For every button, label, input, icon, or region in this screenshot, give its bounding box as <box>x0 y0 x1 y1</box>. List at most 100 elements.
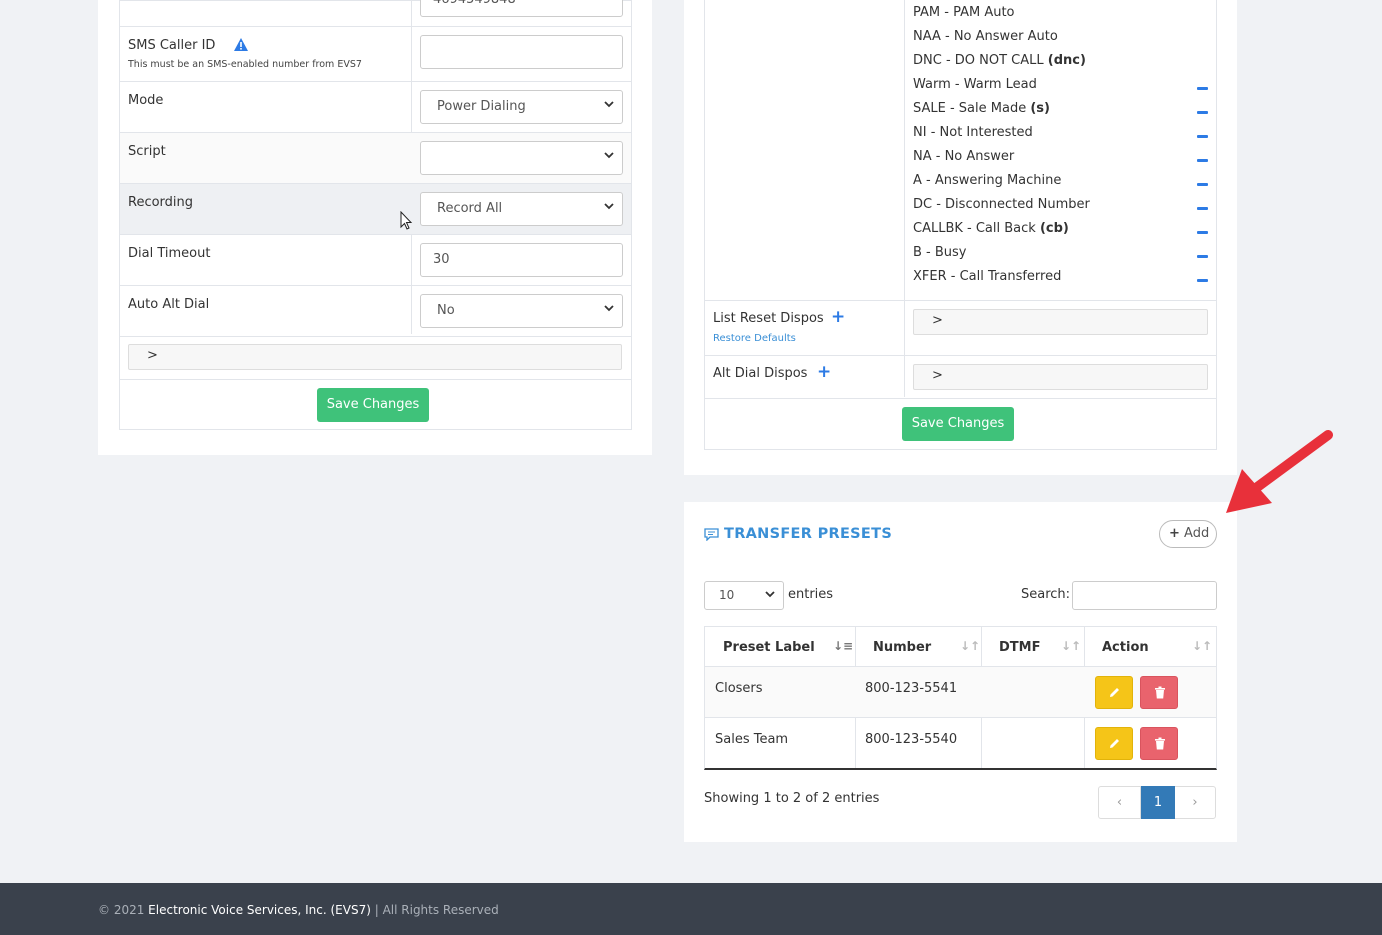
advanced-expander[interactable]: > <box>128 344 622 370</box>
script-label: Script <box>128 144 166 159</box>
delete-button[interactable] <box>1140 676 1178 709</box>
disposition-item: XFER - Call Transferred <box>913 269 1061 284</box>
disposition-item: CALLBK - Call Back (cb) <box>913 221 1069 236</box>
next-page-button[interactable]: › <box>1175 787 1215 818</box>
disposition-item: DC - Disconnected Number <box>913 197 1090 212</box>
sms-caller-id-input[interactable] <box>420 35 623 69</box>
col-action[interactable]: Action ↓↑ <box>1084 627 1218 667</box>
disposition-label: XFER - Call Transferred <box>913 269 1062 284</box>
phone-input[interactable]: 4694549848 <box>420 0 623 17</box>
disposition-tag: (cb) <box>1039 221 1069 236</box>
pencil-icon <box>1110 739 1119 748</box>
remove-disposition-icon[interactable] <box>1197 207 1208 210</box>
preset-number-cell: 800-123-5541 <box>865 681 958 696</box>
pagination: ‹ 1 › <box>1098 786 1216 819</box>
sort-icon: ↓↑ <box>1192 639 1213 653</box>
chevron-down-icon <box>604 101 614 108</box>
remove-disposition-icon[interactable] <box>1197 111 1208 114</box>
sms-caller-id-label: SMS Caller ID <box>128 38 216 53</box>
expander-row: > <box>120 337 631 380</box>
disposition-item: Warm - Warm Lead <box>913 77 1037 92</box>
disposition-label: Warm - Warm Lead <box>913 77 1037 92</box>
disposition-label: CALLBK - Call Back <box>913 221 1040 236</box>
footer: © 2021 Electronic Voice Services, Inc. (… <box>0 883 1382 935</box>
dial-timeout-row: Dial Timeout 30 <box>120 235 631 286</box>
phone-row: 4694549848 <box>120 0 631 27</box>
alt-dial-expander[interactable]: > <box>913 364 1208 390</box>
dispositions-table: PAM - PAM Auto NAA - No Answer Auto DNC - … <box>704 0 1217 450</box>
save-changes-button[interactable]: Save Changes <box>902 407 1014 441</box>
remove-disposition-icon[interactable] <box>1197 255 1208 258</box>
auto-alt-dial-label: Auto Alt Dial <box>128 297 210 312</box>
chevron-down-icon <box>765 591 775 598</box>
table-row: Sales Team 800-123-5540 <box>705 718 1216 769</box>
col-number-text: Number <box>873 640 932 655</box>
footer-copyright: © 2021 <box>98 903 149 917</box>
remove-disposition-icon[interactable] <box>1197 231 1208 234</box>
restore-defaults-link[interactable]: Restore Defaults <box>713 333 796 344</box>
disposition-label: NA - No Answer <box>913 149 1015 164</box>
campaign-settings-card: 4694549848 SMS Caller ID This must be an… <box>98 0 652 455</box>
search-label: Search: <box>1021 587 1071 602</box>
mode-select[interactable]: Power Dialing <box>420 90 623 124</box>
annotation-arrow-icon <box>1226 430 1333 513</box>
remove-disposition-icon[interactable] <box>1197 159 1208 162</box>
prev-page-button[interactable]: ‹ <box>1099 787 1141 818</box>
alt-dial-dispos-label: Alt Dial Dispos <box>713 366 808 381</box>
trash-icon <box>1155 686 1165 699</box>
dispositions-card: PAM - PAM Auto NAA - No Answer Auto DNC - … <box>684 0 1237 475</box>
dial-timeout-input[interactable]: 30 <box>420 243 623 277</box>
chat-icon <box>704 528 719 541</box>
delete-button[interactable] <box>1140 727 1178 760</box>
page-size-select[interactable]: 10 <box>704 581 784 610</box>
chevron-down-icon <box>604 203 614 210</box>
add-list-reset-icon[interactable]: + <box>831 307 845 327</box>
edit-button[interactable] <box>1095 676 1133 709</box>
preset-label-cell: Sales Team <box>715 732 789 747</box>
auto-alt-dial-value: No <box>437 303 455 318</box>
page-1-button[interactable]: 1 <box>1141 786 1175 819</box>
save-changes-button[interactable]: Save Changes <box>317 388 429 422</box>
page-size-value: 10 <box>719 588 735 602</box>
recording-select[interactable]: Record All <box>420 192 623 226</box>
script-row: Script <box>120 133 631 184</box>
search-input[interactable] <box>1072 581 1217 610</box>
disposition-label: DC - Disconnected Number <box>913 197 1090 212</box>
list-reset-expander[interactable]: > <box>913 309 1208 335</box>
add-preset-button[interactable]: + Add <box>1159 520 1217 548</box>
col-dtmf[interactable]: DTMF ↓↑ <box>981 627 1084 667</box>
presets-table: Preset Label ↓≡ Number ↓↑ DTMF ↓↑ Action… <box>704 626 1217 770</box>
preset-label-cell: Closers <box>715 681 763 696</box>
disposition-item: B - Busy <box>913 245 967 260</box>
disposition-label: DNC - DO NOT CALL <box>913 53 1048 68</box>
disposition-tag: (dnc) <box>1047 53 1086 68</box>
edit-button[interactable] <box>1095 727 1133 760</box>
footer-company-link[interactable]: Electronic Voice Services, Inc. (EVS7) <box>148 903 371 917</box>
remove-disposition-icon[interactable] <box>1197 183 1208 186</box>
alt-dial-dispos-row: Alt Dial Dispos + > <box>705 356 1216 399</box>
mode-label: Mode <box>128 93 164 108</box>
col-number[interactable]: Number ↓↑ <box>855 627 981 667</box>
list-reset-dispos-row: List Reset Dispos + Restore Defaults > <box>705 300 1216 356</box>
disposition-label: B - Busy <box>913 245 967 260</box>
remove-disposition-icon[interactable] <box>1197 279 1208 282</box>
recording-row: Recording Record All <box>120 184 631 235</box>
script-select[interactable] <box>420 141 623 175</box>
add-alt-dial-icon[interactable]: + <box>817 362 831 382</box>
disposition-label: A - Answering Machine <box>913 173 1062 188</box>
disposition-item: DNC - DO NOT CALL (dnc) <box>913 53 1086 68</box>
disposition-item: SALE - Sale Made (s) <box>913 101 1050 116</box>
add-preset-label: Add <box>1184 526 1210 541</box>
trash-icon <box>1155 737 1165 750</box>
remove-disposition-icon[interactable] <box>1197 135 1208 138</box>
col-preset-label-text: Preset Label <box>723 640 815 655</box>
auto-alt-dial-select[interactable]: No <box>420 294 623 328</box>
remove-disposition-icon[interactable] <box>1197 87 1208 90</box>
disposition-label: SALE - Sale Made <box>913 101 1031 116</box>
transfer-presets-title: TRANSFER PRESETS <box>724 526 893 542</box>
entries-label: entries <box>788 587 834 602</box>
col-preset-label[interactable]: Preset Label ↓≡ <box>705 627 855 667</box>
disposition-label: NAA - No Answer Auto <box>913 29 1058 44</box>
mode-row: Mode Power Dialing <box>120 82 631 133</box>
disposition-label: PAM - PAM Auto <box>913 5 1015 20</box>
